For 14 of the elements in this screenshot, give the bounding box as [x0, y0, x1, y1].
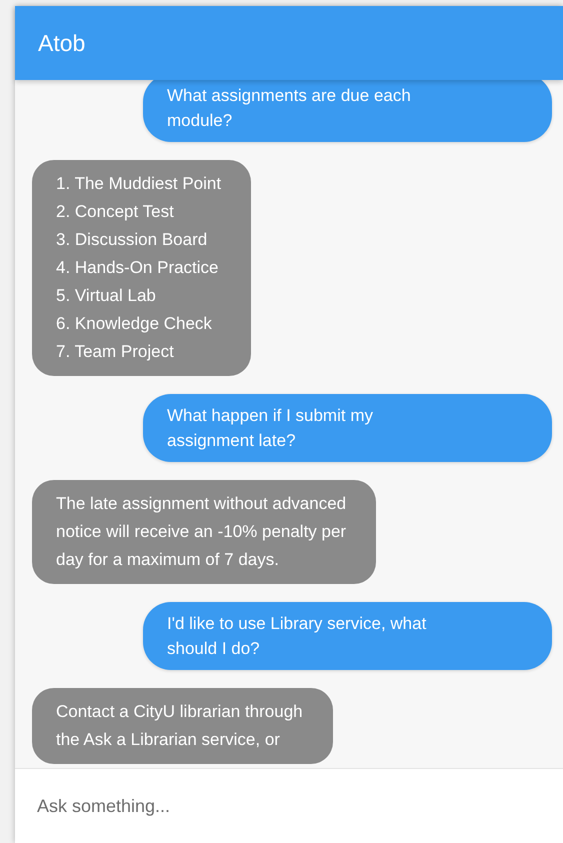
reply-bubble: The late assignment without advanced notice will receive an -10% penalty per day for a maximum of 7 days. — [32, 480, 376, 584]
list-item: 5. Virtual Lab — [56, 285, 157, 307]
list-item: 2. Concept Test — [56, 201, 175, 223]
list-item: 6. Knowledge Check — [56, 313, 213, 335]
list-item: 4. Hands-On Practice — [56, 257, 220, 279]
message-input[interactable]: Ask something... — [15, 768, 563, 843]
question-bubble: What assignments are due each module? — [143, 80, 552, 142]
list-item: 3. Discussion Board — [56, 229, 208, 251]
list-item: 1. The Muddiest Point — [56, 173, 222, 195]
question-bubble: What happen if I submit my assignment late? — [143, 394, 552, 462]
list-item: 7. Team Project — [56, 341, 175, 363]
reply-bubble: Contact a CityU librarian through the Ask a Librarian service, or — [32, 688, 333, 764]
chat-title: Atob — [38, 28, 86, 58]
question-bubble: I'd like to use Library service, what should I do? — [143, 602, 552, 670]
